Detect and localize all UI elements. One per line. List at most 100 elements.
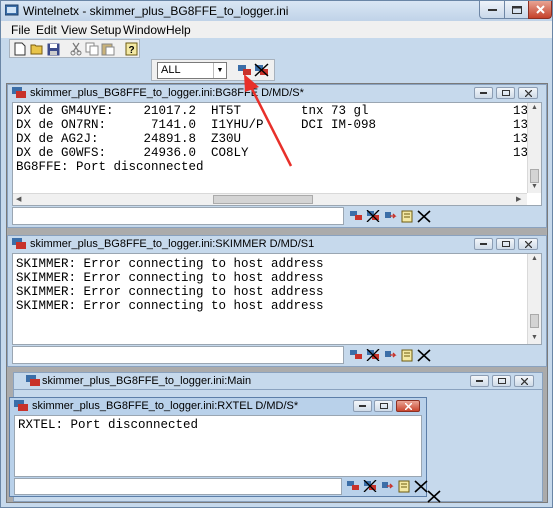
disconnect-button[interactable]	[365, 347, 381, 363]
send-button[interactable]	[379, 478, 395, 494]
skimmer-maximize-button[interactable]	[496, 238, 515, 250]
rbn-window-titlebar[interactable]: skimmer_plus_BG8FFE_to_logger.ini:BG8FFE…	[8, 85, 546, 102]
maximize-icon	[501, 241, 510, 247]
minimize-icon	[476, 379, 483, 382]
save-button[interactable]	[45, 41, 61, 57]
open-folder-icon	[30, 44, 42, 55]
skimmer-console[interactable]: SKIMMER: Error connecting to host addres…	[12, 253, 542, 345]
send-button[interactable]	[382, 347, 398, 363]
main-close-button[interactable]	[514, 375, 534, 387]
rbn-console[interactable]: DX de GM4UYE: 21017.2 HT5T tnx 73 gl DX …	[12, 102, 542, 206]
rxtel-toolbar	[345, 478, 429, 495]
skimmer-window-titlebar[interactable]: skimmer_plus_BG8FFE_to_logger.ini:SKIMME…	[8, 236, 546, 253]
menu-setup[interactable]: Setup	[90, 23, 121, 37]
notes-button[interactable]	[399, 208, 415, 224]
close-icon	[524, 240, 532, 248]
maximize-button[interactable]	[504, 1, 529, 19]
window-app-icon	[12, 87, 26, 98]
connect-button[interactable]	[348, 208, 364, 224]
cut-button[interactable]	[68, 41, 84, 57]
send-button[interactable]	[382, 208, 398, 224]
connect-button[interactable]	[345, 478, 361, 494]
help-icon: ?	[125, 42, 137, 56]
open-button[interactable]	[29, 41, 45, 57]
scroll-left-icon: ◀	[16, 196, 22, 203]
chevron-down-icon: ▼	[213, 63, 226, 78]
main-maximize-button[interactable]	[492, 375, 511, 387]
maximize-icon	[511, 5, 522, 14]
window-app-icon	[12, 238, 26, 249]
filter-select[interactable]: ALL ▼	[157, 62, 227, 79]
disconnect-button[interactable]	[365, 208, 381, 224]
rbn-window-title: skimmer_plus_BG8FFE_to_logger.ini:BG8FFE…	[30, 87, 304, 99]
scroll-up-icon: ▲	[531, 104, 538, 111]
notes-icon	[398, 480, 410, 492]
skimmer-minimize-button[interactable]	[474, 238, 493, 250]
connect-icon	[350, 350, 362, 359]
console-line: DX de GM4UYE: 21017.2 HT5T tnx 73 gl	[16, 104, 369, 118]
rxtel-console[interactable]: RXTEL: Port disconnected	[14, 415, 422, 477]
close-button[interactable]	[528, 1, 552, 19]
menu-view[interactable]: View	[61, 23, 87, 37]
scroll-thumb[interactable]	[530, 169, 539, 183]
notes-button[interactable]	[396, 478, 412, 494]
close-icon	[535, 5, 545, 14]
rxtel-window-titlebar[interactable]: skimmer_plus_BG8FFE_to_logger.ini:RXTEL …	[10, 398, 426, 415]
rxtel-window-title: skimmer_plus_BG8FFE_to_logger.ini:RXTEL …	[32, 400, 299, 412]
rxtel-minimize-button[interactable]	[353, 400, 372, 412]
filter-select-value: ALL	[161, 64, 181, 76]
vertical-scrollbar[interactable]: ▲ ▼	[527, 254, 541, 344]
horizontal-scrollbar[interactable]: ◀ ▶	[13, 193, 527, 205]
skimmer-window: skimmer_plus_BG8FFE_to_logger.ini:SKIMME…	[7, 235, 547, 367]
disconnect-button[interactable]	[362, 478, 378, 494]
rxtel-maximize-button[interactable]	[374, 400, 393, 412]
vertical-scrollbar[interactable]: ▲ ▼	[527, 103, 541, 193]
menu-file[interactable]: File	[11, 23, 30, 37]
main-window: Wintelnetx - skimmer_plus_BG8FFE_to_logg…	[0, 0, 553, 508]
copy-icon	[85, 42, 99, 56]
clear-button[interactable]	[413, 478, 429, 494]
menu-edit[interactable]: Edit	[36, 23, 57, 37]
connect-button[interactable]	[236, 62, 252, 78]
console-line: DX de G0WFS: 24936.0 CO8LY	[16, 146, 249, 160]
standard-toolbar: ?	[9, 39, 140, 58]
clear-icon	[427, 489, 441, 503]
rbn-toolbar	[348, 208, 432, 225]
minimize-button[interactable]	[479, 1, 505, 19]
connect-button[interactable]	[348, 347, 364, 363]
scroll-thumb[interactable]	[530, 314, 539, 328]
clear-button[interactable]	[416, 347, 432, 363]
main-minimize-button[interactable]	[470, 375, 489, 387]
skimmer-command-input[interactable]	[12, 346, 344, 364]
rxtel-close-button[interactable]	[396, 400, 420, 412]
connect-icon	[347, 481, 359, 490]
maximize-icon	[501, 90, 510, 96]
save-icon	[47, 43, 59, 55]
console-right-value: 13	[513, 104, 529, 118]
notes-button[interactable]	[399, 347, 415, 363]
disconnect-button[interactable]	[253, 62, 269, 78]
rbn-command-input[interactable]	[12, 207, 344, 225]
title-bar[interactable]: Wintelnetx - skimmer_plus_BG8FFE_to_logg…	[1, 1, 552, 21]
console-line: DX de AG2J: 24891.8 Z30U	[16, 132, 242, 146]
skimmer-close-button[interactable]	[518, 238, 538, 250]
copy-button[interactable]	[84, 41, 100, 57]
rxtel-command-input[interactable]	[14, 478, 342, 495]
menu-window[interactable]: Window	[123, 23, 166, 37]
window-app-icon	[14, 400, 28, 411]
minimize-icon	[480, 91, 487, 94]
disconnect-icon	[366, 210, 380, 222]
new-button[interactable]	[12, 41, 28, 57]
scroll-thumb[interactable]	[213, 195, 313, 204]
maximize-icon	[497, 378, 506, 384]
clear-button[interactable]	[416, 208, 432, 224]
console-line: SKIMMER: Error connecting to host addres…	[16, 285, 324, 299]
paste-button[interactable]	[100, 41, 116, 57]
disconnect-icon	[363, 480, 377, 492]
menu-help[interactable]: Help	[166, 23, 191, 37]
rbn-maximize-button[interactable]	[496, 87, 515, 99]
rbn-close-button[interactable]	[518, 87, 538, 99]
rbn-minimize-button[interactable]	[474, 87, 493, 99]
help-button[interactable]: ?	[123, 41, 139, 57]
skimmer-toolbar	[348, 347, 432, 364]
